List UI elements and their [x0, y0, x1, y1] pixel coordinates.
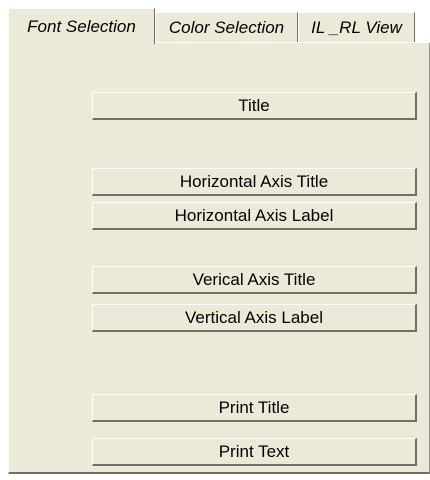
tab-il-rl-view[interactable]: IL _RL View — [298, 12, 415, 42]
print-title-font-button[interactable]: Print Title — [92, 394, 417, 422]
horizontal-axis-title-font-button[interactable]: Horizontal Axis Title — [92, 168, 417, 196]
font-settings-dialog: Color Selection IL _RL View Font Selecti… — [0, 0, 430, 480]
tab-color-selection[interactable]: Color Selection — [155, 12, 298, 42]
vertical-axis-label-font-button[interactable]: Vertical Axis Label — [92, 304, 417, 332]
horizontal-axis-label-font-button[interactable]: Horizontal Axis Label — [92, 202, 417, 230]
print-text-font-button[interactable]: Print Text — [92, 438, 417, 466]
vertical-axis-title-font-button[interactable]: Verical Axis Title — [92, 266, 417, 294]
tab-il-rl-view-label: IL _RL View — [311, 17, 402, 37]
title-font-button[interactable]: Title — [92, 92, 417, 120]
tab-font-selection-label: Font Selection — [27, 16, 136, 36]
tab-color-selection-label: Color Selection — [168, 17, 285, 37]
tab-font-selection[interactable]: Font Selection — [8, 8, 155, 44]
